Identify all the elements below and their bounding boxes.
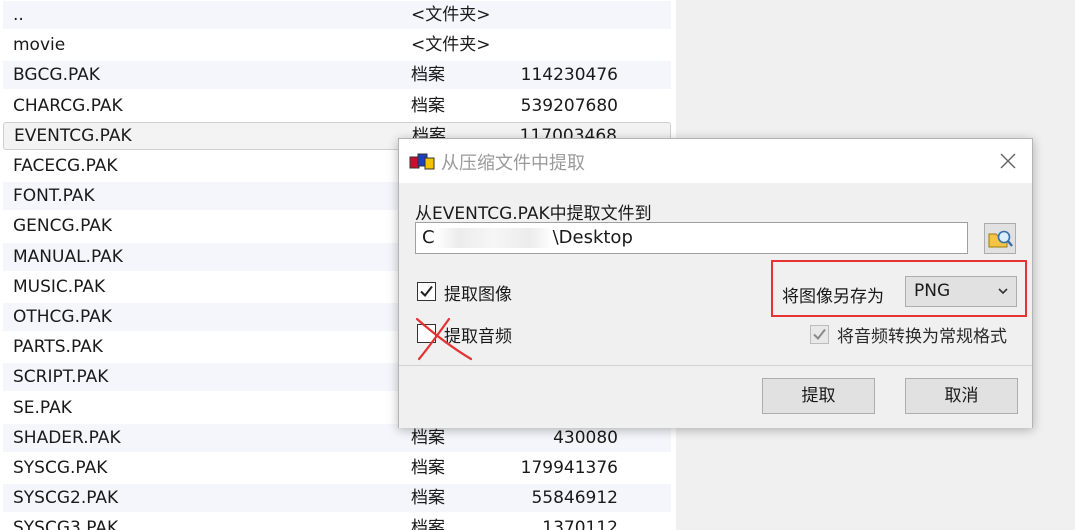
file-name: BGCG.PAK (13, 65, 100, 86)
list-item[interactable]: movie <文件夹> (3, 31, 671, 59)
list-item[interactable]: SYSCG3.PAK 档案 1370112 (3, 514, 671, 530)
path-suffix: \Desktop (552, 227, 633, 248)
file-name: SHADER.PAK (13, 427, 121, 448)
file-name: SYSCG2.PAK (13, 488, 119, 509)
file-name: EVENTCG.PAK (14, 125, 132, 146)
file-type: <文件夹> (411, 5, 491, 25)
close-icon[interactable] (994, 147, 1022, 175)
extract-image-label: 提取图像 (444, 285, 512, 305)
dialog-title: 从压缩文件中提取 (441, 153, 585, 174)
path-redaction (434, 228, 553, 248)
list-item[interactable]: SYSCG2.PAK 档案 55846912 (3, 484, 671, 513)
list-item[interactable]: .. <文件夹> (3, 1, 671, 29)
file-type: <文件夹> (411, 35, 491, 56)
file-type: 档案 (411, 95, 445, 116)
file-name: FACECG.PAK (13, 156, 118, 176)
destination-path-input[interactable]: C \Desktop (415, 222, 968, 254)
file-type: 档案 (411, 65, 445, 86)
extract-button[interactable]: 提取 (762, 378, 875, 414)
cross-annotation-icon (415, 317, 473, 361)
file-name: OTHCG.PAK (13, 307, 112, 327)
file-size: 179941376 (520, 458, 618, 478)
highlight-annotation (771, 260, 1027, 317)
dialog-titlebar[interactable]: 从压缩文件中提取 (399, 139, 1032, 183)
file-name: MANUAL.PAK (13, 246, 123, 267)
file-type: 档案 (411, 488, 445, 509)
browse-folder-icon (988, 230, 1013, 248)
path-prefix: C (422, 227, 435, 248)
browse-folder-button[interactable] (984, 223, 1016, 254)
app-icon (409, 153, 435, 170)
file-type: 档案 (411, 518, 445, 530)
list-item[interactable]: CHARCG.PAK 档案 539207680 (3, 92, 671, 120)
file-name: GENCG.PAK (13, 216, 113, 237)
checkmark-icon (813, 328, 826, 341)
extract-dialog: 从压缩文件中提取 从EVENTCG.PAK中提取文件到 C \Desktop 提取… (398, 138, 1033, 428)
convert-audio-checkbox[interactable] (810, 325, 829, 344)
extract-path-label: 从EVENTCG.PAK中提取文件到 (415, 204, 652, 224)
convert-audio-label: 将音频转换为常规格式 (837, 327, 1007, 347)
file-name: .. (13, 5, 24, 25)
file-size: 55846912 (531, 488, 618, 509)
file-name: movie (13, 35, 66, 56)
file-name: CHARCG.PAK (13, 95, 123, 116)
cancel-button[interactable]: 取消 (905, 378, 1018, 414)
list-item[interactable]: BGCG.PAK 档案 114230476 (3, 61, 671, 90)
file-name: SYSCG3.PAK (13, 518, 119, 530)
extract-image-checkbox[interactable] (417, 282, 436, 301)
file-size: 1370112 (542, 518, 618, 530)
file-name: SE.PAK (13, 397, 72, 418)
file-type: 档案 (411, 458, 445, 478)
file-size: 114230476 (520, 65, 618, 86)
file-name: FONT.PAK (13, 186, 95, 207)
file-name: SCRIPT.PAK (13, 367, 109, 388)
file-name: PARTS.PAK (13, 337, 103, 358)
file-size: 539207680 (520, 95, 618, 116)
file-name: SYSCG.PAK (13, 458, 108, 478)
file-name: MUSIC.PAK (13, 276, 106, 297)
list-item[interactable]: SYSCG.PAK 档案 179941376 (3, 454, 671, 482)
dialog-footer: 提取 取消 (399, 365, 1032, 428)
checkmark-icon (420, 285, 433, 298)
